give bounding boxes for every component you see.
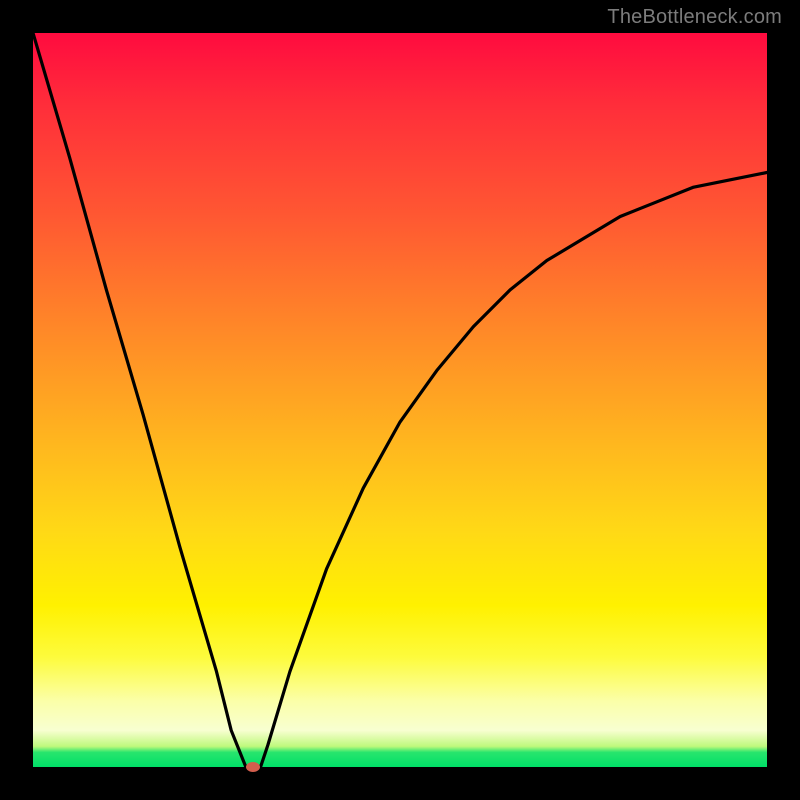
plot-area	[33, 33, 767, 767]
optimum-marker	[246, 762, 260, 772]
watermark-text: TheBottleneck.com	[607, 6, 782, 29]
chart-canvas: TheBottleneck.com	[0, 0, 800, 800]
bottleneck-curve	[33, 33, 767, 767]
